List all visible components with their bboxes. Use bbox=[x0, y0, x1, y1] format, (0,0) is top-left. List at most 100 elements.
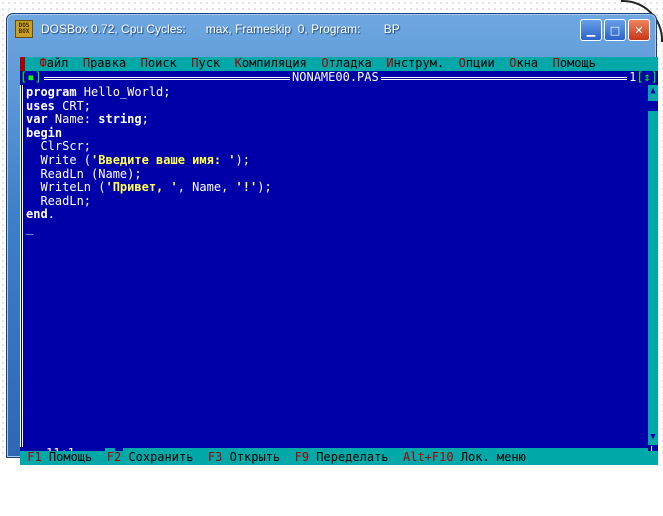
keyword: end bbox=[26, 207, 48, 222]
menu-item-0[interactable]: Файл bbox=[25, 56, 68, 71]
menu-bar: Файл Правка Поиск Пуск Компиляция Отладк… bbox=[20, 56, 658, 71]
status-label: Помощь bbox=[41, 450, 100, 464]
vertical-scrollbar[interactable]: ▲ ▼ bbox=[648, 85, 658, 445]
menu-label: равка bbox=[90, 56, 127, 70]
code-line: var Name: string; bbox=[26, 112, 636, 127]
editor-left-border bbox=[20, 85, 25, 447]
app-icon-text: DOS BOX bbox=[18, 22, 30, 35]
menu-item-5[interactable]: Отладка bbox=[307, 56, 372, 71]
frame-rule-right bbox=[380, 76, 628, 80]
code-line: program Hello_World; bbox=[26, 85, 636, 100]
menu-item-9[interactable]: Помощь bbox=[538, 56, 596, 71]
status-item-f3[interactable]: F3 Открыть bbox=[201, 450, 288, 465]
status-bar: F1 Помощь F2 Сохранить F3 Открыть F9 Пер… bbox=[20, 450, 658, 465]
status-item-f1[interactable]: F1 Помощь bbox=[20, 450, 100, 465]
menu-item-2[interactable]: Поиск bbox=[126, 56, 177, 71]
menu-label: тладка bbox=[328, 56, 372, 70]
status-key: F9 bbox=[294, 450, 310, 464]
menu-item-6[interactable]: Инструм. bbox=[372, 56, 445, 71]
frame-rule-left bbox=[43, 76, 291, 80]
keyword: string bbox=[98, 112, 142, 127]
menu-item-7[interactable]: Опции bbox=[444, 56, 495, 71]
status-item-alt-f10[interactable]: Alt+F10 Лок. меню bbox=[396, 450, 534, 465]
code-text: ); bbox=[235, 152, 250, 167]
status-key: F3 bbox=[207, 450, 223, 464]
menu-hotkey: Ф bbox=[39, 56, 47, 70]
code-text: WriteLn ( bbox=[26, 180, 106, 195]
scroll-down-icon[interactable]: ▼ bbox=[648, 431, 658, 445]
dosbox-app-icon: DOS BOX bbox=[15, 20, 33, 38]
code-text: . bbox=[47, 207, 55, 222]
menu-label: омощь bbox=[559, 56, 596, 70]
menu-hotkey: П bbox=[552, 56, 560, 70]
menu-item-8[interactable]: Окна bbox=[495, 56, 539, 71]
code-line: ReadLn; bbox=[26, 193, 636, 209]
minimize-icon[interactable]: ▁ bbox=[580, 19, 602, 41]
code-text: Hello_World; bbox=[76, 85, 171, 99]
code-text: ); bbox=[257, 180, 272, 195]
menu-label: пции bbox=[465, 56, 495, 70]
editor-top-frame: [▪] NONAME00.PAS 1 [↕] bbox=[20, 71, 658, 85]
menu-hotkey: О bbox=[458, 56, 466, 70]
menu-hotkey: И bbox=[386, 56, 394, 70]
status-key: F2 bbox=[106, 450, 122, 464]
window-title: DOSBox 0.72, Cpu Cycles: max, Frameskip … bbox=[41, 22, 400, 36]
code-text: , Name, bbox=[177, 180, 236, 195]
menu-label: оиск bbox=[147, 56, 177, 70]
scroll-up-icon[interactable]: ▲ bbox=[648, 85, 658, 99]
status-label: Открыть bbox=[222, 450, 288, 464]
menu-label: уск bbox=[198, 56, 221, 70]
code-line: ClrScr; bbox=[26, 140, 636, 154]
menu-hotkey: О bbox=[321, 56, 329, 70]
close-icon[interactable]: ✕ bbox=[628, 19, 650, 41]
keyword: uses bbox=[26, 98, 55, 113]
zoom-box-button[interactable]: [↕] bbox=[636, 71, 658, 85]
status-key: Alt+F10 bbox=[403, 450, 454, 464]
window-controls: ▁ □ ✕ bbox=[580, 19, 650, 41]
code-line: begin bbox=[26, 125, 636, 141]
keyword: var bbox=[26, 112, 48, 127]
keyword: begin bbox=[26, 125, 63, 140]
status-item-f9[interactable]: F9 Переделать bbox=[287, 450, 396, 465]
status-key: F1 bbox=[27, 450, 42, 464]
menu-label: нструм. bbox=[393, 56, 445, 70]
code-text: ; bbox=[141, 112, 149, 127]
code-text: Write ( bbox=[26, 152, 92, 167]
keyword: program bbox=[26, 85, 77, 99]
maximize-icon[interactable]: □ bbox=[604, 19, 626, 41]
menu-item-4[interactable]: Компиляция bbox=[220, 56, 307, 71]
code-line: uses CRT; bbox=[26, 98, 636, 114]
code-line: end. bbox=[26, 208, 636, 222]
menu-item-1[interactable]: Правка bbox=[68, 56, 127, 71]
status-label: Сохранить bbox=[121, 450, 201, 464]
code-line: WriteLn ('Привет, ', Name, '!'); bbox=[26, 180, 636, 195]
menu-label: омпиляция bbox=[241, 56, 307, 70]
code-line: ReadLn (Name); bbox=[26, 167, 636, 182]
scroll-thumb[interactable] bbox=[648, 101, 658, 111]
code-text: CRT; bbox=[54, 98, 92, 113]
window-number: 1 bbox=[629, 70, 637, 85]
string-literal: '!' bbox=[235, 180, 258, 195]
dosbox-window: DOS BOX DOSBox 0.72, Cpu Cycles: max, Fr… bbox=[6, 13, 658, 465]
status-label: Лок. меню bbox=[453, 450, 534, 464]
title-bar[interactable]: DOS BOX DOSBox 0.72, Cpu Cycles: max, Fr… bbox=[7, 14, 656, 44]
editor-filename: NONAME00.PAS bbox=[292, 70, 379, 85]
code-line: _ bbox=[26, 220, 636, 236]
menu-hotkey: П bbox=[82, 56, 91, 70]
code-text: Name: bbox=[47, 112, 99, 127]
dos-screen[interactable]: Файл Правка Поиск Пуск Компиляция Отладк… bbox=[20, 56, 658, 465]
code-text: ClrScr; bbox=[26, 139, 92, 154]
status-item-f2[interactable]: F2 Сохранить bbox=[99, 450, 201, 465]
menu-item-3[interactable]: Пуск bbox=[177, 56, 221, 71]
close-box-button[interactable]: [▪] bbox=[20, 71, 42, 85]
code-line: Write ('Введите ваше имя: '); bbox=[26, 152, 636, 168]
code-text: ReadLn; bbox=[26, 193, 92, 208]
status-label: Переделать bbox=[309, 450, 396, 464]
text-cursor: _ bbox=[26, 220, 34, 235]
string-literal: 'Введите ваше имя: ' bbox=[91, 152, 236, 167]
menu-hotkey: П bbox=[140, 56, 148, 70]
code-editor[interactable]: program Hello_World; uses CRT; var Name: s… bbox=[26, 85, 636, 436]
menu-label: кна bbox=[516, 56, 539, 70]
menu-hotkey: К bbox=[234, 56, 242, 70]
string-literal: 'Привет, ' bbox=[105, 180, 178, 195]
